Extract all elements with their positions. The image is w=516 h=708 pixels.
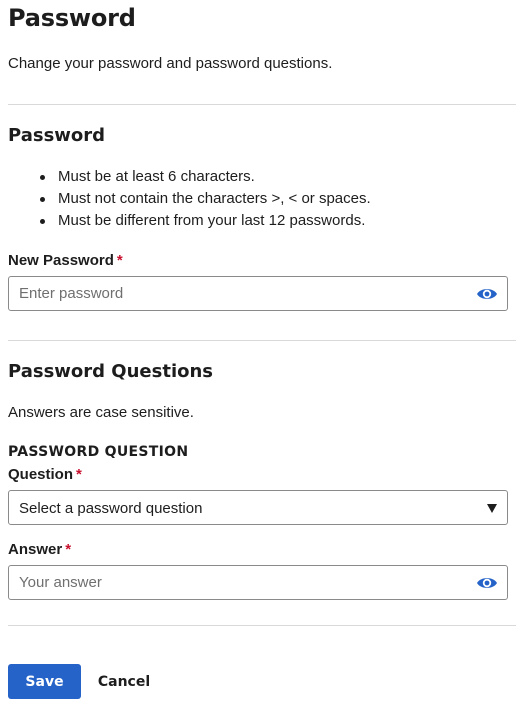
new-password-label: New Password *: [8, 252, 123, 269]
required-marker: *: [65, 541, 72, 558]
page-title: Password: [8, 4, 136, 32]
divider: [8, 340, 516, 341]
eye-icon[interactable]: [476, 285, 498, 303]
question-label-text: Question: [8, 466, 74, 483]
new-password-field: [8, 276, 508, 311]
required-marker: *: [116, 252, 123, 269]
eye-icon[interactable]: [476, 574, 498, 592]
divider: [8, 104, 516, 105]
caret-down-icon: [487, 504, 497, 513]
password-questions-heading: Password Questions: [8, 361, 214, 382]
question-select-value: Select a password question: [19, 500, 203, 517]
answer-field: [8, 565, 508, 600]
answer-label: Answer *: [8, 541, 71, 558]
new-password-input[interactable]: [19, 277, 459, 310]
question-label: Question *: [8, 466, 82, 483]
answer-input[interactable]: [19, 566, 459, 599]
password-rules-list: Must be at least 6 characters. Must not …: [40, 166, 371, 232]
page-subtitle: Change your password and password questi…: [8, 55, 333, 72]
password-rule: Must be at least 6 characters.: [40, 166, 371, 188]
password-rule: Must be different from your last 12 pass…: [40, 210, 371, 232]
divider: [8, 625, 516, 626]
answer-label-text: Answer: [8, 541, 63, 558]
password-rule: Must not contain the characters >, < or …: [40, 188, 371, 210]
password-question-group-label: PASSWORD QUESTION: [8, 444, 189, 460]
new-password-label-text: New Password: [8, 252, 114, 269]
case-sensitive-note: Answers are case sensitive.: [8, 404, 194, 421]
cancel-button[interactable]: Cancel: [91, 664, 157, 699]
password-section-heading: Password: [8, 125, 106, 146]
question-select[interactable]: Select a password question: [8, 490, 508, 525]
required-marker: *: [76, 466, 82, 483]
save-button[interactable]: Save: [8, 664, 81, 699]
